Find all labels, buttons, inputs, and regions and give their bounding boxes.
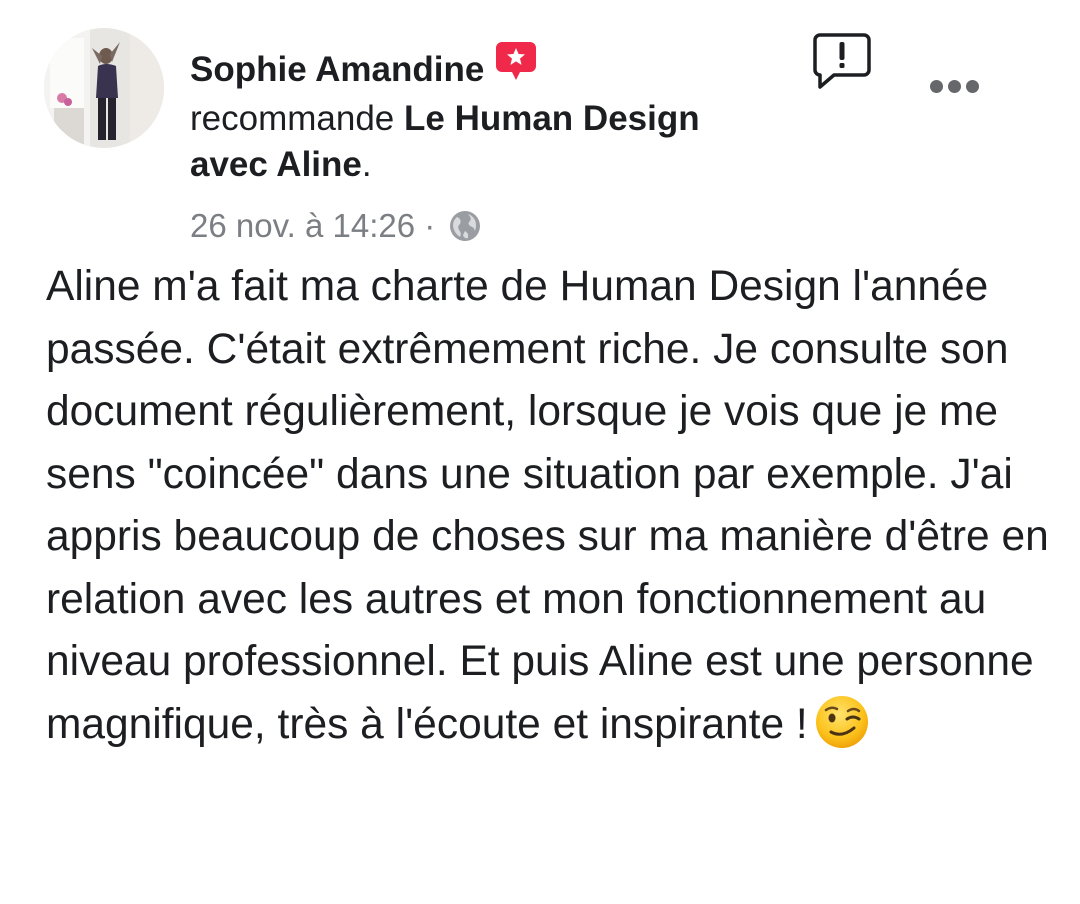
post-meta: 26 nov. à 14:26 · [190, 206, 790, 252]
more-dot [966, 80, 979, 93]
recommend-verb: recommande [190, 99, 395, 138]
report-icon[interactable] [812, 32, 872, 95]
winking-face-emoji [814, 694, 870, 769]
avatar-photo [44, 28, 164, 148]
avatar[interactable] [44, 28, 164, 148]
post-headline: recommande Le Human Design avec Aline. [190, 96, 770, 188]
recommendation-star-icon [494, 40, 538, 96]
author-line: Sophie Amandine [190, 40, 790, 96]
more-dot [948, 80, 961, 93]
meta-separator: · [424, 207, 436, 244]
timestamp[interactable]: 26 nov. à 14:26 [190, 207, 415, 244]
post-body: Aline m'a fait ma charte de Human Design… [46, 256, 1056, 768]
globe-icon[interactable] [448, 209, 482, 252]
post-body-text: Aline m'a fait ma charte de Human Design… [46, 263, 1049, 748]
post-header: Sophie Amandine recommande Le Human Desi… [190, 40, 790, 252]
more-dot [930, 80, 943, 93]
headline-period: . [361, 145, 372, 184]
more-options-icon[interactable] [930, 78, 980, 96]
author-name[interactable]: Sophie Amandine [190, 50, 484, 89]
